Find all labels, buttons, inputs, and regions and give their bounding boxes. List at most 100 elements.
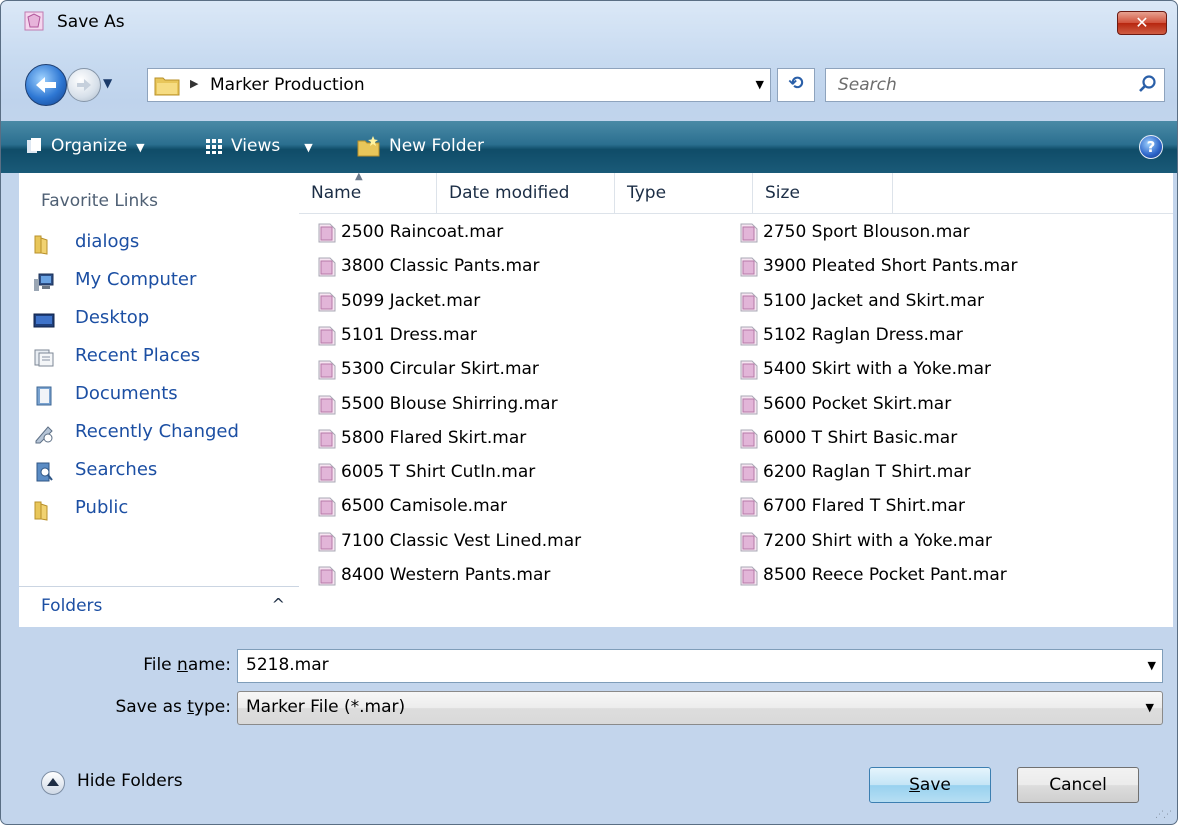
mar-file-icon [318,223,336,243]
sidebar-item-label: Recent Places [75,345,201,366]
mar-file-icon [740,497,758,517]
column-header-size[interactable]: Size [753,173,893,213]
address-dropdown-icon[interactable]: ▼ [756,78,764,91]
column-header-label: Type [627,183,667,203]
file-name-label: File name: [143,655,231,675]
back-button[interactable] [25,64,67,106]
chevron-up-circle-icon [41,771,65,795]
file-name-text: 3800 Classic Pants.mar [341,256,540,277]
favorite-links-heading: Favorite Links [41,191,159,211]
file-name-text: 6700 Flared T Shirt.mar [763,496,965,517]
column-header-name[interactable]: ▲ Name [299,171,437,213]
mar-file-icon [740,566,758,586]
resize-grip-icon[interactable]: ⋰⋰ [1155,810,1172,820]
recent-places-icon [34,349,54,367]
breadcrumb-chevron-icon[interactable]: ▶ [190,77,198,90]
save-button[interactable]: Save [869,767,991,803]
sidebar-item-label: Searches [75,459,158,480]
sort-ascending-icon: ▲ [355,171,363,182]
sidebar-item-label: Public [75,497,129,518]
mar-file-icon [740,223,758,243]
mar-file-icon [318,566,336,586]
close-button[interactable]: ✕ [1117,11,1167,35]
file-name-text: 8500 Reece Pocket Pant.mar [763,565,1007,585]
hide-folders-label: Hide Folders [77,771,183,791]
file-name-text: 8400 Western Pants.mar [341,565,551,585]
recent-pages-dropdown-icon[interactable]: ▼ [103,76,112,90]
sidebar-item-dialogs[interactable]: dialogs [19,225,299,263]
save-as-type-dropdown-icon[interactable]: ▼ [1146,701,1154,714]
file-name-text: 6005 T Shirt CutIn.mar [341,462,536,483]
navigation-bar: ▼ ▶ Marker Production ▼ ⟲ Search [1,63,1177,107]
sidebar-item-searches[interactable]: Searches [19,453,299,491]
file-name-text: 5600 Pocket Skirt.mar [763,393,952,414]
file-name-text: 6200 Raglan T Shirt.mar [763,462,971,483]
organize-icon [27,138,41,153]
file-name-text: 5800 Flared Skirt.mar [341,427,527,448]
sidebar-item-label: Documents [75,383,178,404]
file-name-input[interactable]: 5218.mar [246,655,329,675]
organize-button[interactable]: Organize ▼ [25,134,145,158]
sidebar-item-recent-places[interactable]: Recent Places [19,339,299,377]
address-bar[interactable]: ▶ Marker Production ▼ [147,68,771,102]
column-header-date-modified[interactable]: Date modified [437,173,615,213]
file-name-text: 5101 Dress.mar [341,324,477,345]
favorite-links-list: dialogs My Computer Desktop Recent Place… [19,225,299,529]
breadcrumb[interactable]: Marker Production [210,75,365,95]
folders-label: Folders [41,596,103,616]
chevron-up-icon[interactable]: ^ [272,595,285,614]
refresh-button[interactable]: ⟲ [777,68,815,102]
file-name-text: 6000 T Shirt Basic.mar [763,427,958,448]
mar-file-icon [740,429,758,449]
new-folder-label: New Folder [389,136,485,156]
sidebar-item-label: Desktop [75,307,150,328]
views-dropdown-icon: ▼ [304,141,313,154]
sidebar-item-documents[interactable]: Documents [19,377,299,415]
file-list-pane: ▲ Name Date modified Type Size 2500 Rain… [299,171,1173,627]
file-name-text: 5500 Blouse Shirring.mar [341,393,558,414]
file-name-text: 5099 Jacket.mar [341,290,481,311]
sidebar-item-recently-changed[interactable]: Recently Changed [19,415,299,453]
mar-file-icon [318,395,336,414]
mar-file-icon [740,326,758,346]
search-icon[interactable] [1138,74,1158,94]
file-name-dropdown-icon[interactable]: ▼ [1148,659,1156,672]
cancel-button[interactable]: Cancel [1017,767,1139,803]
mar-file-icon [318,532,336,552]
save-as-type-select[interactable]: Marker File (*.mar) ▼ [237,691,1163,725]
new-folder-button[interactable]: New Folder [357,134,484,158]
mar-file-icon [318,360,336,380]
column-header-type[interactable]: Type [615,173,753,213]
forward-button[interactable] [67,68,101,102]
sidebar-item-public[interactable]: Public [19,491,299,529]
search-input[interactable]: Search [838,75,897,95]
help-icon[interactable]: ? [1139,135,1163,159]
organize-label: Organize [51,136,128,156]
save-as-type-value: Marker File (*.mar) [246,697,406,717]
search-box[interactable]: Search [825,68,1165,102]
views-button[interactable]: Views ▼ [205,134,313,158]
folder-icon [34,235,48,255]
column-headers: ▲ Name Date modified Type Size [299,171,1173,214]
file-name-text: 2750 Sport Blouson.mar [763,222,970,242]
mar-file-icon [740,360,758,380]
folders-toggle-bar[interactable]: Folders ^ [19,586,299,627]
folder-icon [154,77,180,96]
mar-file-icon [318,292,336,312]
file-name-text: 5102 Raglan Dress.mar [763,324,963,345]
mar-file-icon [318,497,336,517]
searches-icon [36,462,53,482]
sidebar-item-desktop[interactable]: Desktop [19,301,299,339]
desktop-icon [33,313,55,328]
sidebar-item-label: Recently Changed [75,421,239,442]
sidebar-item-my-computer[interactable]: My Computer [19,263,299,301]
organize-dropdown-icon: ▼ [136,141,145,154]
column-header-label: Date modified [449,183,570,203]
recently-changed-icon [35,426,53,444]
mar-file-icon [740,292,758,312]
file-name-field[interactable]: 5218.mar ▼ [237,649,1163,683]
views-label: Views [231,136,281,156]
forward-arrow-icon [77,79,91,91]
save-as-dialog: Save As ✕ ▼ ▶ Marker Production ▼ ⟲ Sear [0,0,1178,825]
back-arrow-icon [36,77,56,93]
